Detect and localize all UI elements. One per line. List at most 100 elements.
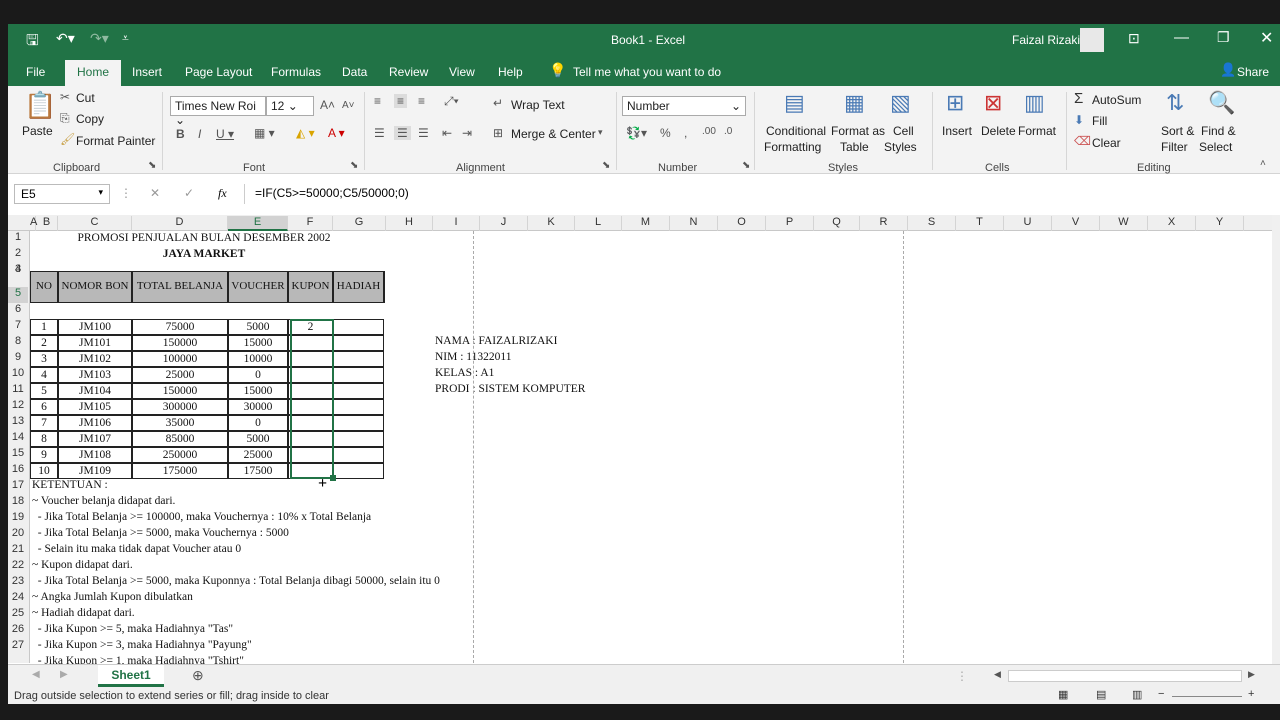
row-header[interactable]: 13: [8, 415, 28, 431]
fill-button[interactable]: Fill: [1092, 114, 1107, 128]
add-sheet-icon[interactable]: ⊕: [192, 667, 204, 684]
autosum-button[interactable]: AutoSum: [1092, 93, 1141, 107]
undo-icon[interactable]: ↶▾: [56, 30, 75, 47]
row-header[interactable]: 14: [8, 431, 28, 447]
font-size-select[interactable]: 12 ⌄: [266, 96, 314, 116]
column-header[interactable]: Y: [1196, 216, 1244, 231]
align-right-icon[interactable]: ☰: [418, 126, 429, 140]
row-header[interactable]: 16: [8, 463, 28, 479]
row-header[interactable]: 20: [8, 527, 28, 543]
borders-icon[interactable]: ▦ ▾: [254, 126, 275, 140]
row-header[interactable]: 22: [8, 559, 28, 575]
restore-icon[interactable]: ❐: [1217, 29, 1230, 46]
save-icon[interactable]: 🖫: [26, 30, 39, 55]
normal-view-icon[interactable]: ▦: [1058, 688, 1068, 701]
align-left-icon[interactable]: ☰: [374, 126, 385, 140]
copy-button[interactable]: Copy: [76, 112, 104, 126]
tab-data[interactable]: Data: [342, 65, 367, 79]
tab-file[interactable]: File: [26, 65, 45, 79]
cut-icon[interactable]: ✂: [60, 90, 70, 104]
tab-review[interactable]: Review: [389, 65, 428, 79]
row-header[interactable]: 4: [8, 263, 28, 287]
column-header[interactable]: D: [132, 216, 228, 231]
autosum-icon[interactable]: Σ: [1074, 90, 1083, 107]
column-header[interactable]: K: [528, 216, 575, 231]
conditional-formatting-icon[interactable]: ▤: [784, 90, 805, 116]
column-header[interactable]: L: [575, 216, 622, 231]
currency-icon[interactable]: 💱▾: [626, 126, 647, 140]
dialog-launcher-icon[interactable]: ⬊: [148, 160, 156, 171]
fill-icon[interactable]: ⬇: [1074, 113, 1084, 127]
redo-icon[interactable]: ↷▾: [90, 30, 109, 47]
scroll-right-icon[interactable]: ▶: [1248, 669, 1255, 680]
dialog-launcher-icon[interactable]: ⬊: [602, 160, 610, 171]
column-header[interactable]: M: [622, 216, 670, 231]
column-header[interactable]: G: [333, 216, 386, 231]
increase-indent-icon[interactable]: ⇥: [462, 126, 472, 140]
tell-me-box[interactable]: Tell me what you want to do: [573, 65, 721, 79]
column-header[interactable]: Q: [814, 216, 860, 231]
row-header[interactable]: 6: [8, 303, 28, 319]
column-header[interactable]: T: [956, 216, 1004, 231]
lightbulb-icon[interactable]: 💡: [549, 62, 566, 79]
column-header[interactable]: R: [860, 216, 908, 231]
row-header[interactable]: 12: [8, 399, 28, 415]
number-format-select[interactable]: Number ⌄: [622, 96, 746, 116]
row-header[interactable]: 23: [8, 575, 28, 591]
minimize-icon[interactable]: —: [1174, 29, 1189, 46]
row-header[interactable]: 5: [8, 287, 28, 303]
row-header[interactable]: 8: [8, 335, 28, 351]
row-header[interactable]: 1: [8, 231, 28, 247]
format-cells-icon[interactable]: ▥: [1024, 90, 1045, 116]
column-header[interactable]: J: [480, 216, 528, 231]
column-header[interactable]: C: [58, 216, 132, 231]
avatar[interactable]: [1080, 28, 1104, 52]
find-select-label-1[interactable]: Find &: [1201, 124, 1236, 138]
conditional-formatting-label-2[interactable]: Formatting: [764, 140, 821, 154]
wrap-text-button[interactable]: Wrap Text: [511, 98, 565, 112]
row-header[interactable]: 15: [8, 447, 28, 463]
italic-icon[interactable]: I: [198, 127, 201, 141]
clear-icon[interactable]: ⌫: [1074, 134, 1091, 148]
clear-button[interactable]: Clear: [1092, 136, 1121, 150]
formula-input[interactable]: =IF(C5>=50000;C5/50000;0): [244, 184, 1270, 204]
cancel-icon[interactable]: ✕: [150, 186, 160, 200]
find-select-label-2[interactable]: Select: [1199, 140, 1232, 154]
chevron-down-icon[interactable]: ▾: [598, 127, 603, 138]
orientation-icon[interactable]: ⤢▾: [444, 94, 459, 109]
cell-styles-icon[interactable]: ▧: [890, 90, 911, 116]
decrease-decimal-icon[interactable]: .0: [724, 126, 732, 137]
tab-help[interactable]: Help: [498, 65, 523, 79]
decrease-indent-icon[interactable]: ⇤: [442, 126, 452, 140]
format-painter-icon[interactable]: 🖌: [60, 132, 75, 146]
page-layout-icon[interactable]: ▤: [1096, 688, 1106, 701]
align-top-icon[interactable]: ≡: [374, 94, 381, 108]
enter-icon[interactable]: ✓: [184, 186, 194, 200]
merge-center-button[interactable]: Merge & Center: [511, 127, 596, 141]
vertical-scrollbar[interactable]: [1272, 215, 1280, 665]
column-header[interactable]: P: [766, 216, 814, 231]
font-name-select[interactable]: Times New Roi ⌄: [170, 96, 266, 127]
delete-cells-button[interactable]: Delete: [981, 124, 1016, 138]
column-header[interactable]: F: [288, 216, 333, 231]
tab-view[interactable]: View: [449, 65, 475, 79]
row-header[interactable]: 27: [8, 639, 28, 655]
tab-formulas[interactable]: Formulas: [271, 65, 321, 79]
copy-icon[interactable]: ⎘: [60, 111, 70, 126]
dialog-launcher-icon[interactable]: ⬊: [350, 160, 358, 171]
selection-range[interactable]: [290, 319, 334, 479]
next-sheet-icon[interactable]: ▶: [60, 669, 68, 680]
row-header[interactable]: 26: [8, 623, 28, 639]
comma-style-icon[interactable]: ,: [684, 126, 687, 140]
horizontal-scrollbar[interactable]: [1008, 670, 1242, 682]
insert-cells-button[interactable]: Insert: [942, 124, 972, 138]
cell-styles-label-1[interactable]: Cell: [893, 124, 914, 138]
fill-color-icon[interactable]: ◭ ▾: [296, 126, 315, 140]
worksheet-grid[interactable]: PROMOSI PENJUALAN BULAN DESEMBER 2002 JA…: [30, 231, 1272, 683]
collapse-ribbon-icon[interactable]: ˄: [1260, 158, 1266, 169]
row-header[interactable]: 18: [8, 495, 28, 511]
delete-cells-icon[interactable]: ⊠: [984, 90, 1002, 116]
sort-filter-label-1[interactable]: Sort &: [1161, 124, 1194, 138]
column-header[interactable]: N: [670, 216, 718, 231]
zoom-slider[interactable]: [1172, 696, 1242, 697]
